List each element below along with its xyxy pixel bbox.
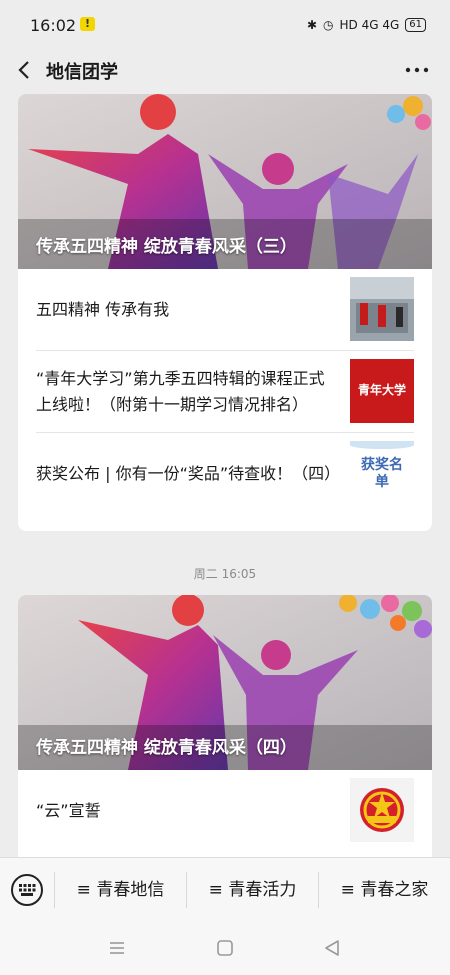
- status-time: 16:02: [30, 16, 77, 35]
- article-thumbnail: [350, 277, 414, 341]
- list-item[interactable]: 获奖公布 | 你有一份“奖品”待查收！（四） 获奖名单: [36, 433, 414, 514]
- thumbnail-label: 获奖名单: [361, 457, 403, 490]
- article-title: “云”宣誓: [36, 800, 101, 820]
- keyboard-icon[interactable]: [10, 873, 44, 907]
- recent-apps-icon[interactable]: [107, 938, 127, 958]
- cover-title-1: 传承五四精神 绽放青春风采（三）: [36, 237, 297, 257]
- youth-league-emblem-icon: [360, 788, 404, 832]
- status-indicators: ✱ ◷ HD 4G 4G 61: [307, 18, 426, 32]
- article-thumbnail: [350, 778, 414, 842]
- nav-bar: 地信团学: [0, 48, 450, 92]
- article-title: 获奖公布 | 你有一份“奖品”待查收！（四）: [36, 463, 341, 483]
- article-title: “青年大学习”第九季五四特辑的课程正式上线啦！（附第十一期学习情况排名）: [36, 368, 325, 414]
- list-item[interactable]: 五四精神 传承有我: [36, 269, 414, 351]
- more-icon[interactable]: [404, 60, 430, 80]
- menu-tab-youth-dixin[interactable]: ≡ 青春地信: [55, 858, 186, 922]
- thumbnail-label: 青年大学: [357, 383, 406, 397]
- menu-tab-youth-vitality[interactable]: ≡ 青春活力: [187, 858, 318, 922]
- article-card-2: 传承五四精神 绽放青春风采（四） “云”宣誓: [18, 595, 432, 857]
- message-timestamp: 周二 16:05: [193, 567, 257, 581]
- cover-article-2[interactable]: 传承五四精神 绽放青春风采（四）: [18, 595, 432, 770]
- list-item[interactable]: “云”宣誓: [36, 770, 414, 851]
- network-indicator: HD 4G 4G: [339, 18, 400, 32]
- warning-icon: !: [80, 17, 95, 31]
- page-title: 地信团学: [46, 62, 118, 83]
- alarm-icon: ◷: [323, 18, 334, 32]
- cover-article-1[interactable]: 传承五四精神 绽放青春风采（三）: [18, 94, 432, 269]
- list-item[interactable]: “青年大学习”第九季五四特辑的课程正式上线啦！（附第十一期学习情况排名） 青年大…: [36, 351, 414, 433]
- back-nav-icon[interactable]: [322, 938, 342, 958]
- bluetooth-icon: ✱: [306, 18, 318, 32]
- home-icon[interactable]: [215, 938, 235, 958]
- custom-menu-bar: ≡ 青春地信 ≡ 青春活力 ≡ 青春之家: [0, 857, 450, 922]
- article-card-1: 传承五四精神 绽放青春风采（三） 五四精神 传承有我 “青年大学习”第九季五四特…: [18, 94, 432, 531]
- status-bar: 16:02 ! ✱ ◷ HD 4G 4G 61: [0, 0, 450, 48]
- article-title: 五四精神 传承有我: [36, 299, 170, 319]
- back-icon[interactable]: [15, 60, 35, 80]
- article-thumbnail: 获奖名单: [350, 441, 414, 505]
- menu-tab-youth-home[interactable]: ≡ 青春之家: [319, 858, 450, 922]
- battery-icon: 61: [405, 18, 426, 32]
- system-nav-bar: [0, 922, 450, 975]
- cover-title-2: 传承五四精神 绽放青春风采（四）: [36, 738, 297, 758]
- article-thumbnail: 青年大学: [350, 359, 414, 423]
